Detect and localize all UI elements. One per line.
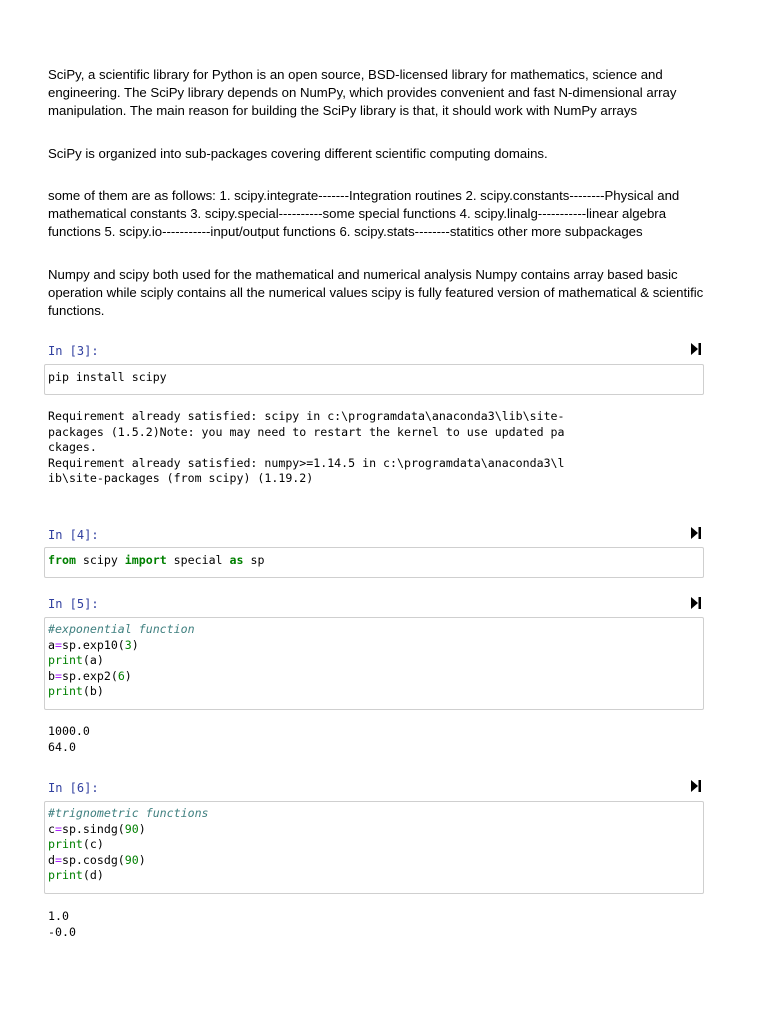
print-arg: (b)	[82, 684, 104, 698]
cell-prompt: In [4]:	[48, 528, 99, 542]
notebook-page: SciPy, a scientific library for Python i…	[0, 0, 768, 1024]
variable: a	[48, 637, 55, 652]
run-cell-icon[interactable]	[691, 527, 701, 539]
variable: d	[48, 852, 55, 867]
code-comment: #trignometric functions	[48, 806, 209, 820]
builtin-print: print	[48, 868, 83, 882]
code-comment: #exponential function	[48, 622, 195, 636]
builtin-print: print	[48, 684, 83, 698]
variable: c	[48, 821, 55, 836]
number-literal: 3	[124, 637, 132, 652]
builtin-print: print	[48, 653, 83, 667]
cell-output: Requirement already satisfied: scipy in …	[48, 409, 565, 485]
keyword: import	[124, 553, 167, 567]
function-call: sp.exp10(	[61, 637, 125, 652]
function-call: sp.cosdg(	[61, 852, 125, 867]
keyword: as	[229, 553, 244, 567]
markdown-subpackage-list: some of them are as follows: 1. scipy.in…	[48, 188, 680, 239]
function-call: sp.exp2(	[61, 668, 118, 683]
function-call: sp.sindg(	[61, 821, 125, 836]
cell-output: 1.0 -0.0	[48, 909, 76, 939]
run-cell-icon[interactable]	[691, 780, 701, 792]
print-arg: (a)	[82, 653, 104, 667]
print-arg: (c)	[82, 837, 104, 851]
code-cell-input[interactable]: from scipy import special as sp	[44, 547, 704, 578]
print-arg: (d)	[82, 868, 104, 882]
alias-name: sp	[250, 553, 265, 567]
code-cell-input[interactable]: pip install scipy	[44, 364, 704, 395]
module-name: scipy	[82, 553, 118, 567]
number-literal: 90	[124, 852, 139, 867]
markdown-numpy-scipy: Numpy and scipy both used for the mathem…	[48, 267, 704, 318]
number-literal: 6	[117, 668, 125, 683]
keyword: from	[48, 553, 76, 567]
cell-prompt: In [6]:	[48, 781, 99, 795]
code-line: pip install scipy	[48, 370, 167, 384]
cell-prompt: In [5]:	[48, 597, 99, 611]
cell-output: 1000.0 64.0	[48, 724, 90, 754]
markdown-subpackages: SciPy is organized into sub-packages cov…	[48, 146, 548, 161]
run-cell-icon[interactable]	[691, 343, 701, 355]
cell-prompt: In [3]:	[48, 344, 99, 358]
import-name: special	[173, 553, 223, 567]
variable: b	[48, 668, 55, 683]
builtin-print: print	[48, 837, 83, 851]
code-cell-input[interactable]: #exponential function a=sp.exp10(3) prin…	[44, 617, 704, 710]
number-literal: 90	[124, 821, 139, 836]
run-cell-icon[interactable]	[691, 597, 701, 609]
code-cell-input[interactable]: #trignometric functions c=sp.sindg(90) p…	[44, 801, 704, 894]
markdown-intro: SciPy, a scientific library for Python i…	[48, 67, 677, 118]
